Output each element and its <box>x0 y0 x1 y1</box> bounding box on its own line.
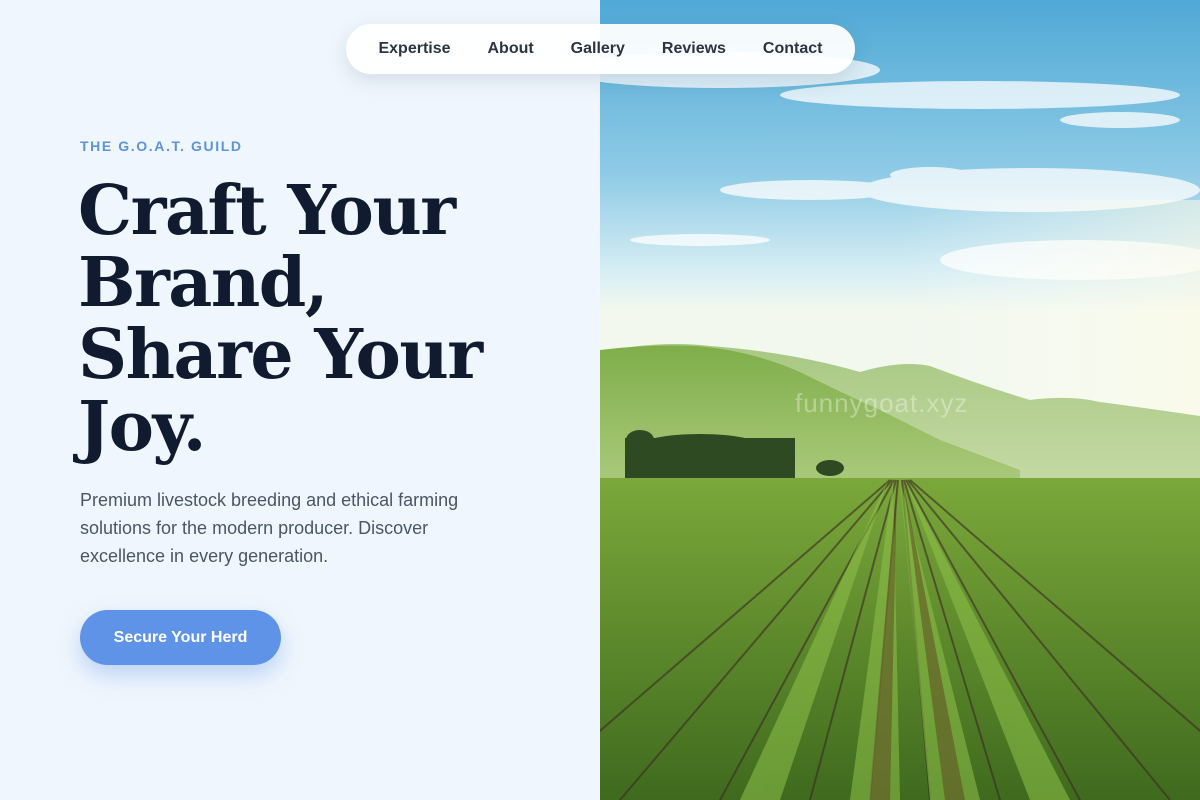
hero-text-panel: THE G.O.A.T. GUILD Craft Your Brand, Sha… <box>0 0 600 800</box>
headline-line: Brand, <box>78 243 329 323</box>
secure-your-herd-button[interactable]: Secure Your Herd <box>80 610 281 665</box>
nav-link-gallery[interactable]: Gallery <box>561 34 635 64</box>
brand-eyebrow: THE G.O.A.T. GUILD <box>80 138 243 154</box>
nav-link-about[interactable]: About <box>478 34 544 64</box>
nav-link-reviews[interactable]: Reviews <box>652 34 736 64</box>
watermark-text: funnygoat.xyz <box>795 388 969 418</box>
headline-line: Joy. <box>78 387 206 467</box>
vineyard-hero-image: funnygoat.xyz <box>600 0 1200 800</box>
hero-description: Premium livestock breeding and ethical f… <box>80 490 459 566</box>
hero-headline: Craft Your Brand, Share Your Joy. <box>78 175 578 463</box>
headline-line: Share Your <box>78 315 483 395</box>
nav-link-contact[interactable]: Contact <box>753 34 833 64</box>
headline-line: Craft Your <box>78 171 456 251</box>
main-nav: Expertise About Gallery Reviews Contact <box>346 24 855 74</box>
nav-link-expertise[interactable]: Expertise <box>368 34 460 64</box>
